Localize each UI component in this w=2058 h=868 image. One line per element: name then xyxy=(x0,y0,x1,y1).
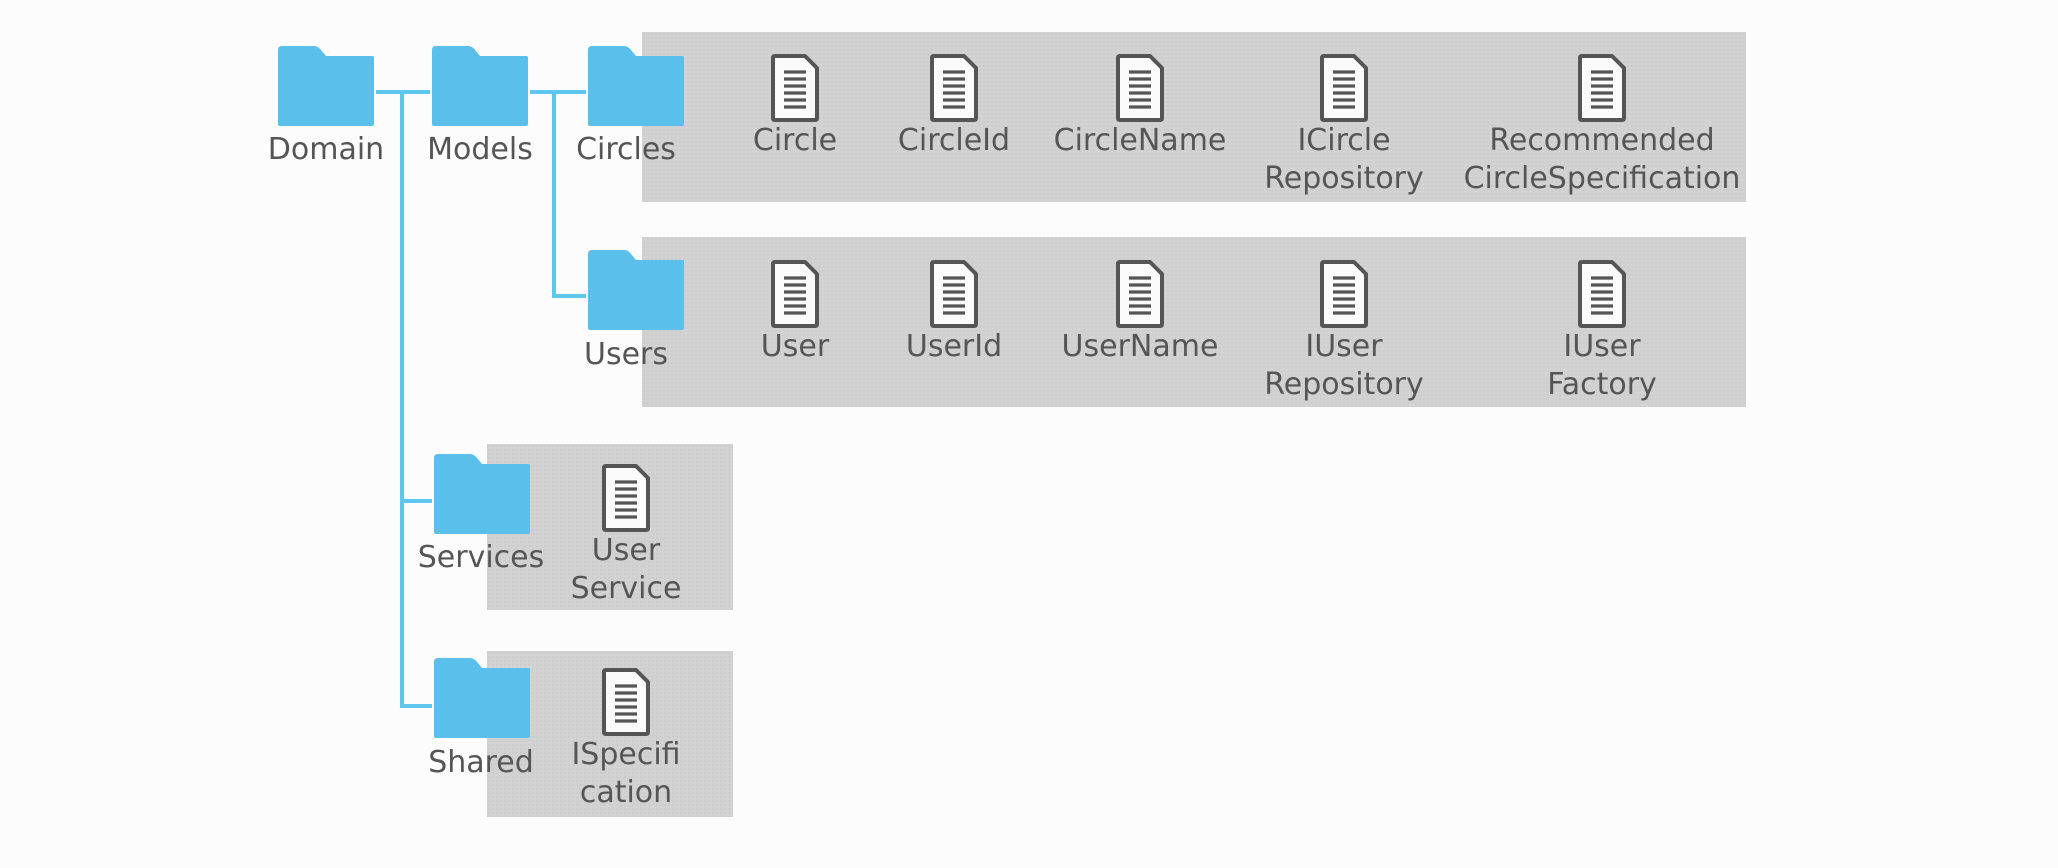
folder-label-models: Models xyxy=(427,132,533,167)
folder-label-shared: Shared xyxy=(428,745,534,780)
file-label: ISpecifi xyxy=(571,737,681,772)
connector-trunk-shared xyxy=(400,704,432,708)
document-icon xyxy=(1578,260,1626,328)
folder-label-domain: Domain xyxy=(267,132,385,167)
folder-label-users: Users xyxy=(583,337,668,372)
document-icon xyxy=(1116,54,1164,122)
folder-icon[interactable] xyxy=(586,44,686,128)
folder-icon[interactable] xyxy=(430,44,530,128)
document-icon xyxy=(1320,54,1368,122)
file-label: Recommended xyxy=(1489,123,1715,158)
file-label: Repository xyxy=(1264,161,1424,196)
folder-label-services: Services xyxy=(417,540,545,575)
connector-trunk-services xyxy=(400,499,432,503)
file-label: Factory xyxy=(1547,367,1657,402)
document-icon xyxy=(1116,260,1164,328)
document-icon xyxy=(602,668,650,736)
connector-trunk-users xyxy=(552,294,586,298)
document-icon xyxy=(930,54,978,122)
file-label: IUser xyxy=(1563,329,1641,364)
file-label: IUser xyxy=(1305,329,1383,364)
connector-models-trunk xyxy=(552,92,556,298)
document-icon xyxy=(771,54,819,122)
document-icon xyxy=(602,464,650,532)
document-icon xyxy=(1320,260,1368,328)
file-label: Service xyxy=(570,571,682,606)
folder-icon[interactable] xyxy=(586,248,686,332)
file-label: CircleSpecification xyxy=(1463,161,1741,196)
file-label: ICircle xyxy=(1297,123,1391,158)
file-label: cation xyxy=(579,775,673,810)
connector-models-circles xyxy=(530,90,586,94)
folder-icon[interactable] xyxy=(432,656,532,740)
document-icon xyxy=(930,260,978,328)
folder-label-circles: Circles xyxy=(576,132,676,167)
document-icon xyxy=(771,260,819,328)
document-icon xyxy=(1578,54,1626,122)
folder-tree-diagram: Domain Models Circles Users Services Sha… xyxy=(0,0,2058,868)
file-label: Repository xyxy=(1264,367,1424,402)
folder-icon[interactable] xyxy=(276,44,376,128)
folder-icon[interactable] xyxy=(432,452,532,536)
file-label: User xyxy=(591,533,661,568)
connector-domain-trunk xyxy=(400,92,404,708)
